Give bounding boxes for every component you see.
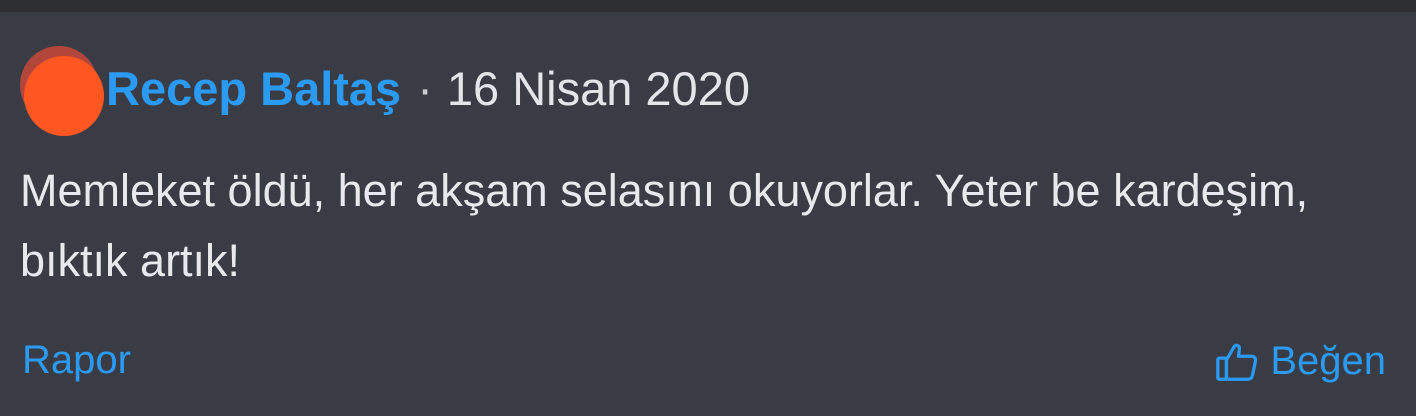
top-divider [0, 0, 1416, 12]
like-label: Beğen [1270, 338, 1386, 383]
thumbs-up-icon [1214, 338, 1260, 384]
avatar-circle [24, 56, 104, 136]
author-name[interactable]: Recep Baltaş [106, 61, 401, 116]
report-button[interactable]: Rapor [22, 338, 131, 383]
header-separator: · [417, 61, 433, 115]
avatar[interactable] [20, 46, 104, 136]
comment-card: Recep Baltaş · 16 Nisan 2020 Memleket öl… [0, 12, 1416, 416]
comment-date: 16 Nisan 2020 [446, 61, 750, 115]
like-button[interactable]: Beğen [1214, 338, 1386, 384]
comment-header: Recep Baltaş · 16 Nisan 2020 [106, 60, 750, 116]
comment-text: Memleket öldü, her akşam selasını okuyor… [20, 165, 1309, 286]
